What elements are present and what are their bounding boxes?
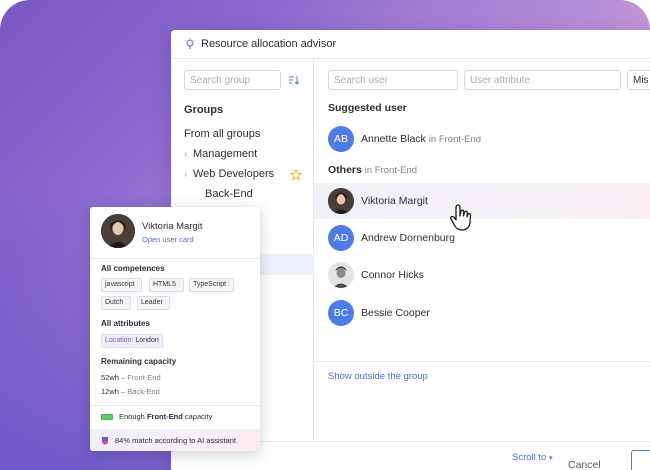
- group-item-management[interactable]: › Management: [184, 148, 257, 160]
- competences-heading: All competences: [101, 264, 165, 273]
- capacity-line: 52wh – Front-End: [101, 373, 161, 382]
- remaining-capacity-heading: Remaining capacity: [101, 357, 177, 366]
- open-user-card-link[interactable]: Open user card: [142, 235, 194, 244]
- search-user-input[interactable]: Search user: [328, 70, 458, 90]
- competence-chip: TypeScript ⫶: [189, 278, 234, 292]
- user-name: Andrew Dornenburg: [361, 232, 455, 244]
- level-icon: ⫶: [164, 299, 167, 306]
- group-item-label: Web Developers: [193, 168, 275, 180]
- ai-assistant-icon: [102, 436, 108, 444]
- users-panel: Search user User attribute Mis Suggested…: [314, 59, 650, 463]
- user-name: Viktoria Margit: [361, 195, 428, 207]
- divider: [90, 405, 260, 406]
- groups-heading: Groups: [184, 104, 224, 116]
- avatar: BC: [328, 300, 354, 326]
- user-name: Annette Black: [361, 133, 426, 145]
- person-photo-icon: [328, 188, 354, 214]
- user-name: Bessie Cooper: [361, 307, 430, 319]
- capacity-status: Enough Front-End capacity: [101, 412, 212, 421]
- user-attribute-input[interactable]: User attribute: [464, 70, 621, 90]
- avatar-photo: [328, 188, 354, 214]
- avatar: AB: [328, 126, 354, 152]
- user-details-popup: Viktoria Margit Open user card All compe…: [90, 207, 260, 451]
- group-item-selected[interactable]: [259, 254, 314, 275]
- avatar-photo: [101, 214, 135, 248]
- attributes-heading: All attributes: [101, 319, 150, 328]
- hand-pointer-icon: [450, 204, 472, 231]
- user-name: Connor Hicks: [361, 269, 425, 281]
- avatar: AD: [328, 225, 354, 251]
- user-row-bessie-cooper[interactable]: BC Bessie Cooper: [314, 295, 650, 331]
- chevron-right-icon[interactable]: ›: [184, 149, 187, 159]
- user-row-connor-hicks[interactable]: Connor Hicks: [314, 257, 650, 293]
- level-icon: ⫶: [228, 281, 230, 288]
- group-item-back-end[interactable]: Back-End: [205, 188, 253, 200]
- competence-chip: Leader ⫶: [137, 296, 171, 310]
- popup-header: Viktoria Margit Open user card: [90, 207, 260, 259]
- person-photo-icon: [328, 262, 354, 288]
- sort-icon[interactable]: [288, 74, 300, 86]
- user-team: in Front-End: [428, 133, 482, 145]
- others-heading: Others in Front-End: [328, 164, 418, 176]
- cancel-button[interactable]: Cancel: [568, 459, 601, 470]
- level-icon: ⫶: [125, 299, 127, 306]
- show-outside-group-link[interactable]: Show outside the group: [328, 371, 428, 382]
- ai-match-text: 84% match according to AI assistant: [115, 435, 236, 445]
- group-item-label: Back-End: [205, 188, 253, 200]
- filter-field[interactable]: Mis: [627, 70, 650, 90]
- divider: [314, 361, 650, 362]
- user-row-viktoria-margit[interactable]: Viktoria Margit: [314, 183, 650, 219]
- lightbulb-icon: [184, 38, 196, 50]
- suggested-user-heading: Suggested user: [328, 102, 407, 114]
- ai-match-row: 84% match according to AI assistant: [90, 429, 260, 451]
- competence-chip: javascript ⫶: [101, 278, 143, 292]
- person-photo-icon: [101, 214, 135, 248]
- chevron-right-icon[interactable]: ›: [184, 169, 187, 179]
- confirm-button[interactable]: [631, 450, 650, 470]
- group-item-from-all[interactable]: From all groups: [184, 128, 260, 140]
- level-icon: ⫶: [177, 281, 180, 288]
- search-group-input[interactable]: Search group: [184, 70, 281, 90]
- window-header: Resource allocation advisor: [171, 30, 650, 59]
- competence-chip: Dutch ⫶: [101, 296, 131, 310]
- group-item-web-developers[interactable]: › Web Developers: [184, 168, 274, 180]
- capacity-line: 12wh – Back-End: [101, 387, 160, 396]
- group-item-label: Management: [193, 148, 258, 160]
- user-row-annette-black[interactable]: AB Annette Black in Front-End: [314, 121, 650, 157]
- user-row-andrew-dornenburg[interactable]: AD Andrew Dornenburg: [314, 220, 650, 256]
- popup-user-name: Viktoria Margit: [142, 221, 203, 232]
- window-title: Resource allocation advisor: [201, 38, 337, 50]
- battery-icon: [101, 413, 113, 420]
- group-item-label: From all groups: [184, 128, 261, 140]
- avatar-photo: [328, 262, 354, 288]
- attribute-chip: Location: London: [101, 334, 163, 348]
- level-icon: ⫶: [136, 281, 139, 288]
- star-icon[interactable]: [290, 169, 302, 181]
- competence-chip: HTML5 ⫶: [149, 278, 184, 292]
